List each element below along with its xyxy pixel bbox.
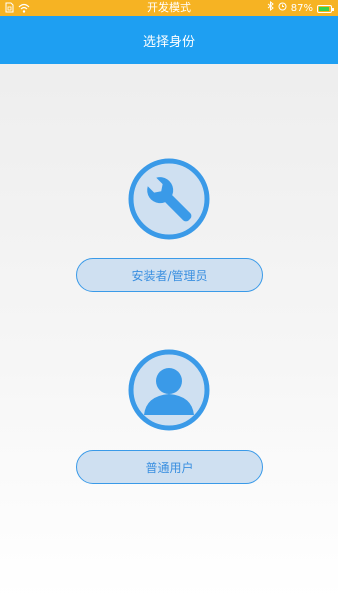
status-bar: 开发模式 87% <box>0 0 338 16</box>
normal-user-button[interactable]: 普通用户 <box>76 450 263 484</box>
battery-percent: 87% <box>290 2 313 14</box>
battery-level <box>319 6 329 11</box>
status-right-icons: 87% <box>267 0 334 16</box>
alarm-icon <box>278 1 287 16</box>
wrench-icon[interactable] <box>128 158 210 240</box>
battery-icon <box>317 4 334 13</box>
installer-admin-button[interactable]: 安装者/管理员 <box>76 258 263 292</box>
bluetooth-icon <box>267 0 274 16</box>
page-title: 选择身份 <box>142 34 195 50</box>
user-icon[interactable] <box>128 349 210 431</box>
installer-admin-label: 安装者/管理员 <box>131 268 208 283</box>
normal-user-label: 普通用户 <box>145 460 194 475</box>
header: 选择身份 <box>0 16 338 64</box>
